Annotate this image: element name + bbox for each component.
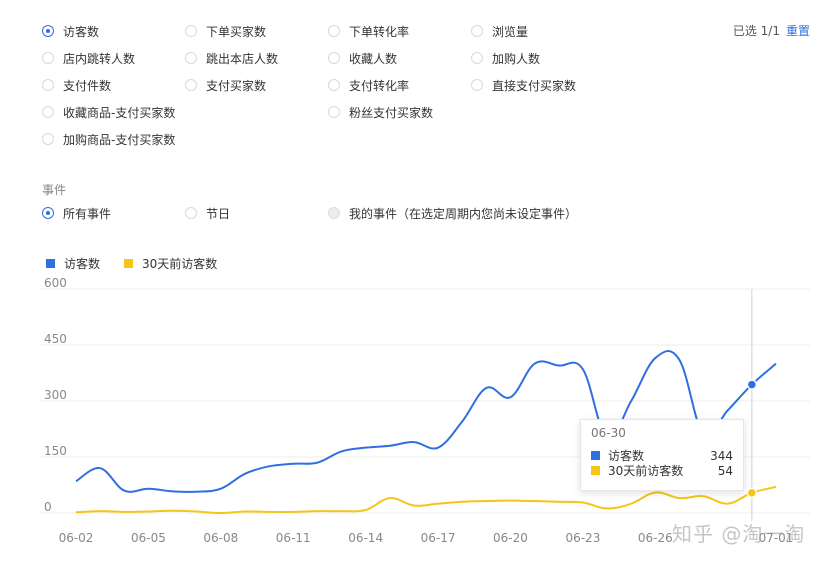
legend-swatch [46,259,55,268]
metric-option-paid-items[interactable]: 支付件数 [42,74,111,96]
metric-option-label: 加购商品-支付买家数 [63,132,176,147]
metric-option-label: 加购人数 [492,51,541,66]
metric-option-label: 下单买家数 [206,24,267,39]
x-tick-label: 06-02 [59,531,94,545]
legend-item-visitors[interactable]: 访客数 [46,255,100,272]
tooltip-label: 30天前访客数 [608,464,684,478]
radio-icon[interactable] [471,52,483,64]
x-tick-label: 06-20 [493,531,528,545]
radio-icon[interactable] [185,25,197,37]
event-option-label: 节日 [206,206,231,221]
metric-option-label: 直接支付买家数 [492,78,577,93]
tooltip-swatch [591,451,600,460]
x-tick-label: 06-23 [565,531,600,545]
metric-option-cart-item-paying-buyers[interactable]: 加购商品-支付买家数 [42,128,175,150]
metric-option-label: 浏览量 [492,24,529,39]
reset-link[interactable]: 重置 [786,24,810,38]
event-option-label: 所有事件 [63,206,112,221]
chart-legend: 访客数 30天前访客数 [46,255,241,272]
hover-point [746,379,758,390]
hover-point [746,487,758,499]
radio-icon [328,207,340,219]
metric-option-internal-jumps[interactable]: 店内跳转人数 [42,47,135,69]
event-option-label: 我的事件（在选定周期内您尚未设定事件） [349,206,578,221]
radio-icon[interactable] [471,25,483,37]
radio-icon[interactable] [42,133,54,145]
metric-option-paying-buyers[interactable]: 支付买家数 [185,74,266,96]
event-option-holidays[interactable]: 节日 [185,202,230,224]
x-tick-label: 06-11 [276,531,311,545]
event-option-all[interactable]: 所有事件 [42,202,111,224]
radio-icon[interactable] [42,106,54,118]
metric-option-visitors[interactable]: 访客数 [42,20,99,42]
x-tick-label: 06-17 [421,531,456,545]
x-tick-label: 06-05 [131,531,166,545]
legend-swatch [124,259,134,268]
radio-icon[interactable] [471,79,483,91]
metric-option-label: 收藏人数 [349,51,398,66]
tooltip-row-visitors: 访客数 344 [591,448,733,463]
radio-icon[interactable] [328,79,340,91]
metric-option-order-buyers[interactable]: 下单买家数 [185,20,266,42]
y-tick-label: 0 [44,500,52,514]
metric-option-label: 支付买家数 [206,78,267,93]
metric-option-label: 支付件数 [63,78,112,93]
watermark: 知乎 @淘一淘 [672,522,806,546]
event-option-my-events: 我的事件（在选定周期内您尚未设定事件） [328,202,577,224]
y-tick-label: 450 [44,332,67,346]
x-tick-label: 06-08 [203,531,238,545]
metric-option-add-to-cart[interactable]: 加购人数 [471,47,540,69]
radio-icon[interactable] [328,106,340,118]
events-section-title: 事件 [42,183,67,197]
metric-option-direct-paying-buyers[interactable]: 直接支付买家数 [471,74,576,96]
metric-option-label: 跳出本店人数 [206,51,279,66]
metric-option-favorites[interactable]: 收藏人数 [328,47,397,69]
y-tick-label: 600 [44,276,67,290]
y-tick-label: 150 [44,444,67,458]
chart-tooltip: 06-30 访客数 344 30天前访客数 54 [580,419,744,491]
metric-option-fav-item-paying-buyers[interactable]: 收藏商品-支付买家数 [42,101,175,123]
x-tick-label: 06-26 [638,531,673,545]
metric-option-pageviews[interactable]: 浏览量 [471,20,528,42]
x-tick-label: 06-14 [348,531,383,545]
radio-icon[interactable] [185,52,197,64]
radio-icon[interactable] [42,79,54,91]
metric-option-order-conversion[interactable]: 下单转化率 [328,20,409,42]
tooltip-row-visitors-30d-ago: 30天前访客数 54 [591,463,733,478]
radio-icon[interactable] [42,52,54,64]
metric-option-bounce-users[interactable]: 跳出本店人数 [185,47,278,69]
y-tick-label: 300 [44,388,67,402]
radio-icon[interactable] [328,25,340,37]
selected-count: 已选 1/1 [732,24,780,38]
metric-option-label: 支付转化率 [349,78,410,93]
tooltip-swatch [591,466,600,475]
metric-option-label: 粉丝支付买家数 [349,105,434,120]
tooltip-date: 06-30 [591,426,626,440]
selection-summary: 已选 1/1 重置 [733,22,810,39]
metric-option-label: 访客数 [63,24,100,39]
radio-icon[interactable] [185,207,197,219]
radio-icon[interactable] [42,207,54,219]
radio-icon[interactable] [42,25,54,37]
metric-option-pay-conversion[interactable]: 支付转化率 [328,74,409,96]
radio-icon[interactable] [328,52,340,64]
legend-item-visitors-30d-ago[interactable]: 30天前访客数 [124,255,217,272]
tooltip-value: 54 [717,463,733,478]
legend-label: 30天前访客数 [142,257,218,271]
metric-option-label: 下单转化率 [349,24,410,39]
legend-label: 访客数 [64,257,101,271]
metric-option-label: 收藏商品-支付买家数 [63,105,176,120]
metric-option-fan-paying-buyers[interactable]: 粉丝支付买家数 [328,101,433,123]
radio-icon[interactable] [185,79,197,91]
tooltip-value: 344 [710,448,733,463]
metric-option-label: 店内跳转人数 [63,51,136,66]
